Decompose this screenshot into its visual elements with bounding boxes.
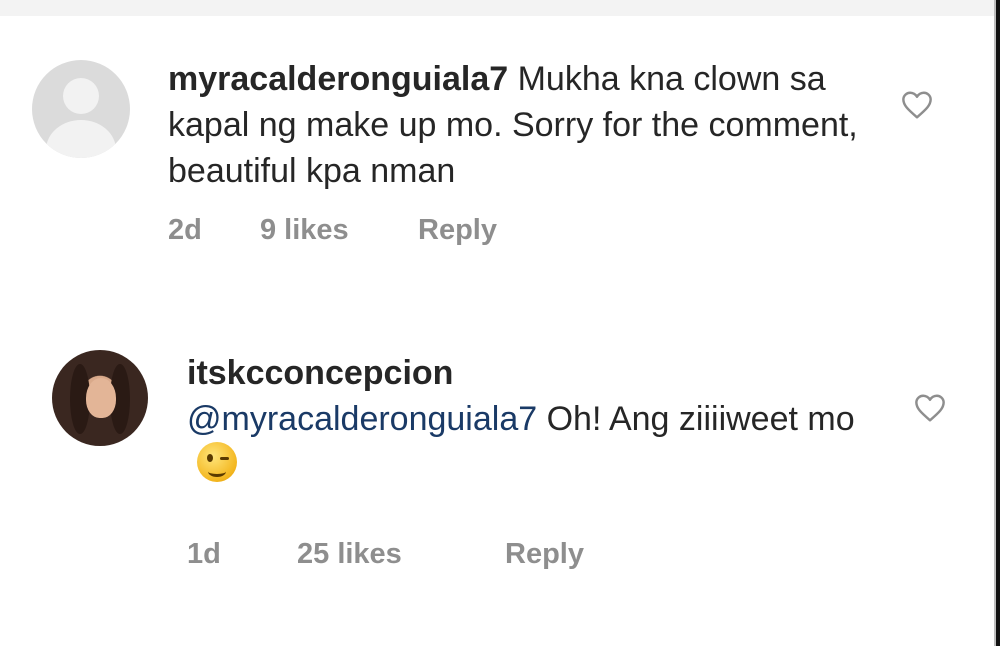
avatar-body-shape — [46, 120, 116, 158]
winking-face-emoji-icon — [197, 442, 237, 482]
avatar-head-shape — [63, 78, 99, 114]
scrollbar-thumb[interactable] — [996, 0, 1000, 646]
comment-item: myracalderonguiala7 Mukha kna clown sa k… — [0, 0, 990, 300]
comment-time: 1d — [187, 538, 221, 570]
reply-button[interactable]: Reply — [505, 538, 584, 571]
heart-outline-icon[interactable] — [900, 90, 934, 120]
comment-text: itskcconcepcion @myracalderonguiala7 Oh!… — [187, 350, 887, 488]
comment-likes[interactable]: 9 likes — [260, 214, 349, 247]
mention-link[interactable]: @myracalderonguiala7 — [187, 400, 537, 438]
comments-screen: myracalderonguiala7 Mukha kna clown sa k… — [0, 0, 1000, 646]
comment-username[interactable]: myracalderonguiala7 — [168, 60, 508, 98]
default-avatar-icon[interactable] — [32, 60, 130, 158]
avatar-face-shape — [86, 378, 116, 418]
comment-item: itskcconcepcion @myracalderonguiala7 Oh!… — [0, 300, 990, 646]
profile-photo-avatar[interactable] — [52, 350, 148, 446]
comment-time: 2d — [168, 214, 202, 246]
comment-username[interactable]: itskcconcepcion — [187, 350, 887, 396]
heart-outline-icon[interactable] — [913, 393, 947, 423]
comment-likes[interactable]: 25 likes — [297, 538, 402, 571]
comment-text: myracalderonguiala7 Mukha kna clown sa k… — [168, 56, 868, 194]
reply-button[interactable]: Reply — [418, 214, 497, 247]
comment-body: Oh! Ang ziiiiweet mo — [537, 400, 855, 438]
